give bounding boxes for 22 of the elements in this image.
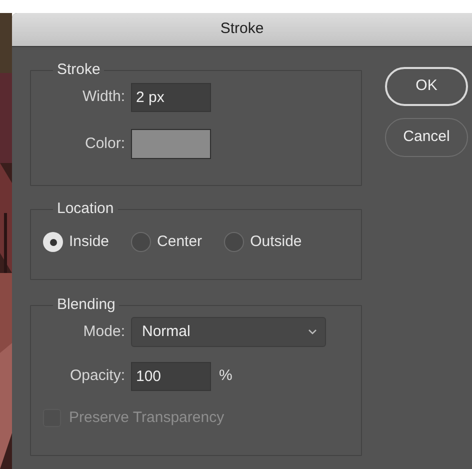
group-title: Stroke xyxy=(56,61,102,79)
dialog-button[interactable]: OK xyxy=(385,67,468,106)
radio-option[interactable]: Outside xyxy=(224,231,302,254)
radio-option[interactable]: Center xyxy=(131,231,202,254)
dialog-button[interactable]: Cancel xyxy=(385,118,468,157)
opacity-field[interactable]: 100 xyxy=(131,362,211,391)
radio-button[interactable] xyxy=(131,232,152,252)
field-label: Color: xyxy=(84,134,126,154)
field-label: Mode: xyxy=(82,322,126,342)
window-title: Stroke xyxy=(220,19,264,40)
group-title: Location xyxy=(56,200,115,218)
radio-button[interactable] xyxy=(224,232,244,252)
radio-button[interactable] xyxy=(43,232,63,252)
color-swatch[interactable] xyxy=(131,129,211,159)
mode-dropdown[interactable]: Normal xyxy=(131,317,326,347)
width-field[interactable]: 2 px xyxy=(131,83,211,112)
field-label: Width: xyxy=(81,87,126,108)
field-label: Opacity: xyxy=(68,366,126,386)
radio-option[interactable]: Inside xyxy=(43,231,110,254)
chevron-icon xyxy=(308,329,317,335)
unit-label: % xyxy=(219,366,232,386)
group-title: Blending xyxy=(56,296,116,314)
